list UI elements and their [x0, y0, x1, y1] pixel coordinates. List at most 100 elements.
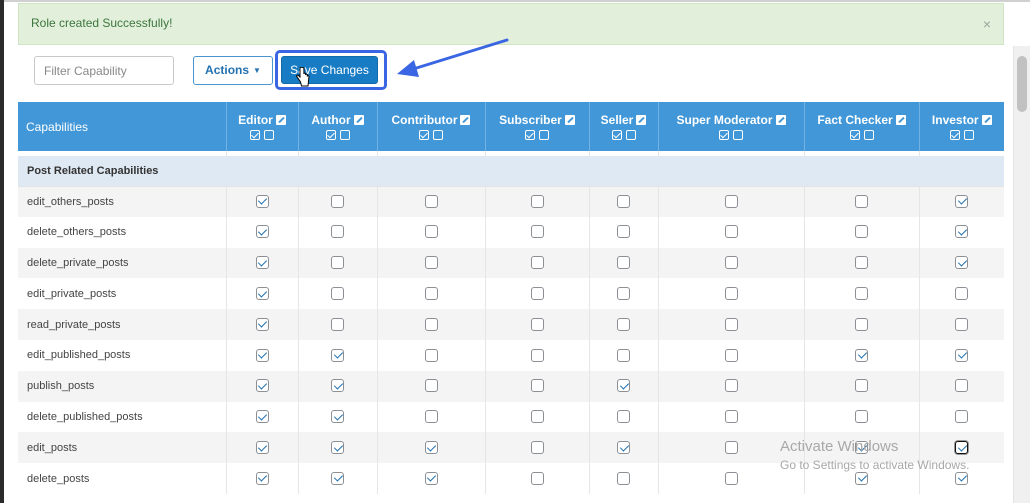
deselect-all-checkbox[interactable] — [625, 130, 636, 141]
capability-checkbox[interactable] — [424, 410, 438, 424]
select-all-checkbox[interactable] — [949, 130, 960, 141]
capability-checkbox[interactable] — [724, 225, 738, 239]
deselect-all-checkbox[interactable] — [733, 130, 743, 141]
edit-icon[interactable] — [981, 114, 992, 125]
select-all-checkbox[interactable] — [419, 130, 429, 141]
capability-checkbox[interactable] — [955, 194, 969, 208]
capability-checkbox[interactable] — [617, 379, 630, 393]
capability-checkbox[interactable] — [955, 256, 969, 270]
capability-checkbox[interactable] — [255, 317, 269, 331]
capability-checkbox[interactable] — [530, 348, 544, 362]
capability-checkbox[interactable] — [530, 287, 544, 301]
capability-checkbox[interactable] — [724, 348, 738, 362]
deselect-all-checkbox[interactable] — [539, 130, 549, 141]
edit-icon[interactable] — [353, 114, 364, 125]
capability-checkbox[interactable] — [255, 379, 269, 393]
capability-checkbox[interactable] — [724, 471, 738, 485]
capability-checkbox[interactable] — [617, 441, 630, 455]
capability-checkbox[interactable] — [424, 194, 438, 208]
capability-checkbox[interactable] — [955, 471, 969, 485]
capability-checkbox[interactable] — [724, 379, 738, 393]
select-all-checkbox[interactable] — [849, 130, 860, 141]
close-icon[interactable]: × — [983, 17, 991, 31]
capability-checkbox[interactable] — [855, 379, 868, 393]
scrollbar-thumb[interactable] — [1017, 56, 1027, 112]
capability-checkbox[interactable] — [255, 225, 269, 239]
select-all-checkbox[interactable] — [325, 130, 336, 141]
capability-checkbox[interactable] — [331, 379, 344, 393]
select-all-checkbox[interactable] — [719, 130, 729, 141]
capability-checkbox[interactable] — [530, 471, 544, 485]
deselect-all-checkbox[interactable] — [963, 130, 974, 141]
capability-checkbox[interactable] — [955, 379, 969, 393]
capability-checkbox[interactable] — [530, 379, 544, 393]
capability-checkbox[interactable] — [424, 379, 438, 393]
edit-icon[interactable] — [460, 114, 471, 125]
capability-checkbox[interactable] — [955, 287, 969, 301]
capability-checkbox[interactable] — [530, 194, 544, 208]
actions-dropdown-button[interactable]: Actions ▼ — [193, 56, 273, 85]
capability-checkbox[interactable] — [955, 348, 969, 362]
capability-checkbox[interactable] — [855, 471, 868, 485]
edit-icon[interactable] — [895, 114, 906, 125]
capability-checkbox[interactable] — [530, 225, 544, 239]
deselect-all-checkbox[interactable] — [433, 130, 443, 141]
capability-checkbox[interactable] — [724, 317, 738, 331]
capability-checkbox[interactable] — [331, 256, 344, 270]
select-all-checkbox[interactable] — [611, 130, 622, 141]
capability-checkbox[interactable] — [331, 225, 344, 239]
capability-checkbox[interactable] — [724, 410, 738, 424]
capability-checkbox[interactable] — [855, 441, 868, 455]
capability-checkbox[interactable] — [617, 317, 630, 331]
capability-checkbox[interactable] — [724, 256, 738, 270]
capability-checkbox[interactable] — [617, 348, 630, 362]
select-all-checkbox[interactable] — [525, 130, 535, 141]
filter-capability-input[interactable] — [34, 56, 174, 85]
capability-checkbox[interactable] — [955, 410, 969, 424]
capability-checkbox[interactable] — [617, 471, 630, 485]
capability-checkbox[interactable] — [255, 194, 269, 208]
capability-checkbox[interactable] — [255, 471, 269, 485]
capability-checkbox[interactable] — [724, 287, 738, 301]
edit-icon[interactable] — [275, 114, 286, 125]
capability-checkbox[interactable] — [255, 256, 269, 270]
capability-checkbox[interactable] — [617, 287, 630, 301]
capability-checkbox[interactable] — [855, 410, 868, 424]
capability-checkbox[interactable] — [530, 441, 544, 455]
capability-checkbox[interactable] — [331, 441, 344, 455]
capability-checkbox[interactable] — [424, 317, 438, 331]
select-all-checkbox[interactable] — [250, 130, 260, 141]
capability-checkbox[interactable] — [255, 287, 269, 301]
capability-checkbox[interactable] — [617, 225, 630, 239]
capability-checkbox[interactable] — [855, 348, 868, 362]
capability-checkbox[interactable] — [255, 348, 269, 362]
capability-checkbox[interactable] — [424, 348, 438, 362]
capability-checkbox[interactable] — [331, 287, 344, 301]
capability-checkbox[interactable] — [331, 410, 344, 424]
capability-checkbox[interactable] — [530, 410, 544, 424]
capability-checkbox[interactable] — [255, 410, 269, 424]
capability-checkbox[interactable] — [331, 348, 344, 362]
capability-checkbox[interactable] — [331, 194, 344, 208]
deselect-all-checkbox[interactable] — [863, 130, 874, 141]
edit-icon[interactable] — [636, 114, 647, 125]
capability-checkbox[interactable] — [724, 194, 738, 208]
capability-checkbox[interactable] — [424, 441, 438, 455]
capability-checkbox[interactable] — [424, 471, 438, 485]
capability-checkbox[interactable] — [424, 225, 438, 239]
capability-checkbox[interactable] — [855, 225, 868, 239]
capability-checkbox[interactable] — [855, 287, 868, 301]
capability-checkbox[interactable] — [331, 471, 344, 485]
edit-icon[interactable] — [564, 114, 575, 125]
capability-checkbox[interactable] — [530, 256, 544, 270]
capability-checkbox[interactable] — [255, 441, 269, 455]
edit-icon[interactable] — [775, 114, 786, 125]
capability-checkbox[interactable] — [955, 317, 969, 331]
capability-checkbox[interactable] — [617, 194, 630, 208]
vertical-scrollbar[interactable] — [1013, 46, 1030, 503]
capability-checkbox[interactable] — [855, 194, 868, 208]
capability-checkbox[interactable] — [617, 256, 630, 270]
capability-checkbox[interactable] — [855, 256, 868, 270]
capability-checkbox[interactable] — [855, 317, 868, 331]
capability-checkbox[interactable] — [424, 256, 438, 270]
